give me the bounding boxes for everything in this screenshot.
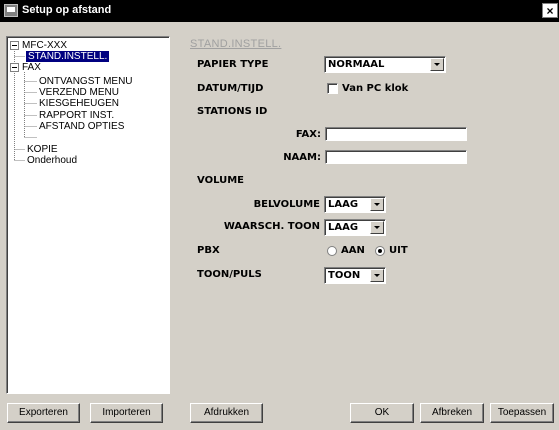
tree-item-kopie[interactable]: KOPIE (27, 144, 58, 155)
collapse-icon[interactable] (10, 41, 19, 50)
tree-item-kiesgeheugen[interactable]: KIESGEHEUGEN (39, 98, 119, 109)
tree-item-afstand-opties[interactable]: AFSTAND OPTIES (39, 121, 124, 132)
pbx-aan-radio[interactable] (327, 246, 337, 256)
waarsch-toon-label: WAARSCH. TOON (223, 221, 320, 232)
tree-item-verzend-menu[interactable]: VERZEND MENU (39, 87, 119, 98)
pbx-uit-label: UIT (389, 245, 408, 256)
tree-item-rapport-inst[interactable]: RAPPORT INST. (39, 110, 114, 121)
papier-type-label: PAPIER TYPE (197, 59, 269, 70)
papier-type-value: NORMAAL (328, 59, 385, 70)
belvolume-select[interactable]: LAAG (324, 196, 386, 213)
toon-puls-value: TOON (328, 270, 361, 281)
chevron-down-icon[interactable] (370, 198, 384, 211)
app-icon (4, 4, 18, 17)
papier-type-select[interactable]: NORMAAL (324, 56, 446, 73)
afdrukken-button[interactable]: Afdrukken (190, 403, 263, 423)
close-button[interactable]: × (542, 3, 558, 18)
importeren-button[interactable]: Importeren (90, 403, 163, 423)
tree-item-stand-instell[interactable]: STAND.INSTELL. (24, 50, 111, 63)
naam-label: NAAM: (283, 152, 321, 163)
afbreken-button[interactable]: Afbreken (420, 403, 484, 423)
settings-tree[interactable]: MFC-XXX STAND.INSTELL. FAX ONTVANGST MEN… (6, 36, 170, 394)
van-pc-klok-label: Van PC klok (342, 83, 409, 94)
fax-label: FAX: (295, 129, 321, 140)
chevron-down-icon[interactable] (430, 58, 444, 71)
stations-id-label: STATIONS ID (197, 106, 268, 117)
belvolume-label: BELVOLUME (253, 199, 320, 210)
tree-item-mfc[interactable]: MFC-XXX (22, 40, 67, 51)
pbx-aan-label: AAN (341, 245, 365, 256)
toon-puls-label: TOON/PULS (197, 269, 262, 280)
title-bar: Setup op afstand × (0, 0, 559, 22)
window-title: Setup op afstand (22, 4, 112, 16)
toon-puls-select[interactable]: TOON (324, 267, 386, 284)
tree-item-onderhoud[interactable]: Onderhoud (27, 155, 77, 166)
fax-input[interactable] (325, 127, 467, 141)
tree-item-ontvangst-menu[interactable]: ONTVANGST MENU (39, 76, 133, 87)
belvolume-value: LAAG (328, 199, 359, 210)
pbx-label: PBX (197, 245, 220, 256)
volume-label: VOLUME (197, 175, 244, 186)
waarsch-toon-value: LAAG (328, 222, 359, 233)
pbx-uit-radio[interactable] (375, 246, 385, 256)
ok-button[interactable]: OK (350, 403, 414, 423)
collapse-icon[interactable] (10, 63, 19, 72)
section-title: STAND.INSTELL. (190, 38, 282, 50)
van-pc-klok-checkbox[interactable] (327, 83, 338, 94)
toepassen-button[interactable]: Toepassen (490, 403, 554, 423)
naam-input[interactable] (325, 150, 467, 164)
datum-tijd-label: DATUM/TIJD (197, 83, 264, 94)
chevron-down-icon[interactable] (370, 269, 384, 282)
waarsch-toon-select[interactable]: LAAG (324, 219, 386, 236)
tree-item-fax[interactable]: FAX (22, 62, 41, 73)
exporteren-button[interactable]: Exporteren (7, 403, 80, 423)
chevron-down-icon[interactable] (370, 221, 384, 234)
